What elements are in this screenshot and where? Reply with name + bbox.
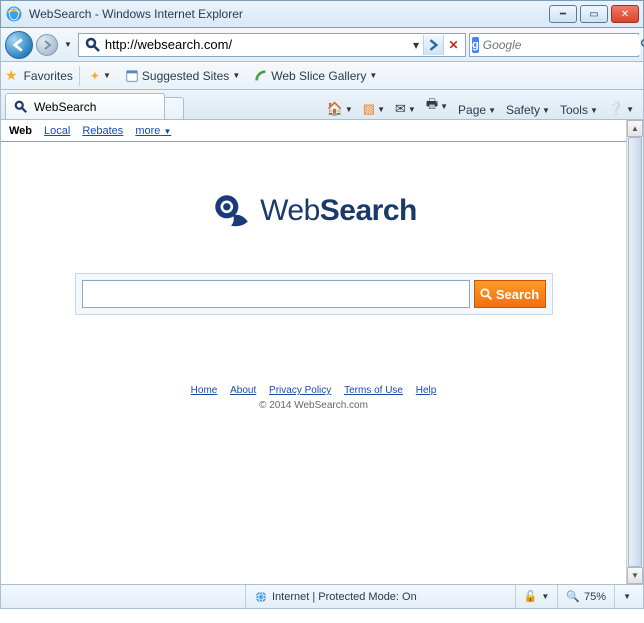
close-button[interactable]: ✕: [611, 5, 639, 23]
rss-icon: ▧: [363, 101, 375, 117]
maximize-button[interactable]: ▭: [580, 5, 608, 23]
mail-icon: ✉: [395, 101, 406, 117]
status-zoom-dropdown[interactable]: ▼: [614, 585, 639, 608]
hero: WebSearch Search Home About Privacy Poli…: [1, 142, 626, 411]
page-content: Web Local Rebates more ▼ WebSearch Searc…: [1, 120, 626, 584]
add-favorite-button[interactable]: ✦ ▼: [86, 67, 115, 85]
favorites-button[interactable]: Favorites: [24, 69, 73, 83]
status-security[interactable]: 🔓▼: [515, 585, 558, 608]
arrow-right-icon: [42, 40, 52, 50]
home-button[interactable]: 🏠▼: [322, 99, 358, 119]
footer-about[interactable]: About: [230, 385, 256, 396]
site-nav: Web Local Rebates more ▼: [1, 120, 626, 142]
tab-favicon-icon: [14, 100, 28, 114]
tab-title: WebSearch: [34, 100, 96, 114]
web-slice-label: Web Slice Gallery: [271, 69, 366, 83]
page-label: Page: [458, 103, 486, 117]
content-viewport: Web Local Rebates more ▼ WebSearch Searc…: [0, 120, 644, 585]
arrow-left-icon: [12, 38, 26, 52]
favorites-bar: ★ Favorites ✦ ▼ Suggested Sites ▼ Web Sl…: [0, 62, 644, 90]
scroll-up-button[interactable]: ▲: [627, 120, 643, 137]
new-tab-button[interactable]: [164, 97, 184, 119]
scroll-down-button[interactable]: ▼: [627, 567, 643, 584]
ie-logo-icon: [5, 5, 23, 23]
zoom-value: 75%: [584, 591, 606, 603]
nav-history-dropdown[interactable]: ▼: [61, 40, 75, 49]
back-button[interactable]: [5, 31, 33, 59]
zoom-icon: 🔍: [566, 590, 580, 603]
tab-bar: WebSearch 🏠▼ ▧▼ ✉▼ 🖶▼ Page▼ Safety▼ Tool…: [0, 90, 644, 120]
help-icon: ❔: [608, 101, 624, 117]
web-slice-link[interactable]: Web Slice Gallery ▼: [250, 67, 381, 85]
nav-local[interactable]: Local: [44, 125, 70, 137]
page-icon: [125, 69, 139, 83]
main-search-input[interactable]: [82, 280, 470, 308]
print-icon: 🖶: [426, 95, 438, 117]
search-button-label: Search: [496, 287, 539, 302]
tab-websearch[interactable]: WebSearch: [5, 93, 165, 119]
nav-rebates[interactable]: Rebates: [82, 125, 123, 137]
site-favicon-icon: [85, 37, 101, 53]
status-empty: [5, 585, 245, 608]
browser-search-input[interactable]: [483, 35, 640, 55]
home-icon: 🏠: [327, 101, 343, 117]
logo-text-light: Web: [260, 194, 320, 227]
navigation-bar: ▼ ▾ ✕ g ▼: [0, 28, 644, 62]
copyright: © 2014 WebSearch.com: [1, 400, 626, 411]
readmail-button[interactable]: ✉▼: [390, 99, 421, 119]
url-input[interactable]: [105, 35, 409, 55]
footer-terms[interactable]: Terms of Use: [344, 385, 403, 396]
window-title: WebSearch - Windows Internet Explorer: [29, 7, 549, 21]
scroll-thumb[interactable]: [628, 137, 642, 567]
feeds-button[interactable]: ▧▼: [358, 99, 390, 119]
nav-web[interactable]: Web: [9, 125, 32, 137]
safety-menu[interactable]: Safety▼: [501, 101, 555, 119]
lock-icon: 🔓: [524, 590, 538, 603]
favorites-star-icon: ★: [5, 67, 18, 84]
browser-search-box: g ▼: [469, 33, 639, 57]
status-zone[interactable]: Internet | Protected Mode: On: [245, 585, 425, 608]
tools-label: Tools: [560, 103, 588, 117]
footer-home[interactable]: Home: [191, 385, 218, 396]
window-titlebar: WebSearch - Windows Internet Explorer ━ …: [0, 0, 644, 28]
separator: [79, 66, 80, 86]
stop-button[interactable]: ✕: [443, 35, 463, 55]
logo-text: WebSearch: [260, 194, 417, 228]
globe-icon: [254, 590, 268, 604]
safety-label: Safety: [506, 103, 540, 117]
arrow-right-icon: [428, 39, 440, 51]
print-button[interactable]: 🖶▼: [421, 93, 453, 119]
browser-search-button[interactable]: [640, 38, 644, 51]
main-search-button[interactable]: Search: [474, 280, 546, 308]
webslice-icon: [254, 69, 268, 83]
logo-text-bold: Search: [320, 194, 417, 227]
forward-button[interactable]: [36, 34, 58, 56]
star-add-icon: ✦: [90, 69, 100, 83]
logo-mark-icon: [210, 190, 252, 232]
page-menu[interactable]: Page▼: [453, 101, 501, 119]
url-dropdown[interactable]: ▾: [409, 38, 423, 52]
search-panel: Search: [75, 273, 553, 315]
search-icon: [640, 38, 644, 51]
google-icon: g: [472, 37, 479, 53]
suggested-sites-label: Suggested Sites: [142, 69, 229, 83]
address-bar: ▾ ✕: [78, 33, 466, 57]
tools-menu[interactable]: Tools▼: [555, 101, 603, 119]
nav-more-label: more: [135, 125, 160, 137]
minimize-button[interactable]: ━: [549, 5, 577, 23]
vertical-scrollbar[interactable]: ▲ ▼: [626, 120, 643, 584]
site-logo: WebSearch: [210, 190, 417, 232]
footer-help[interactable]: Help: [416, 385, 437, 396]
go-button[interactable]: [423, 35, 443, 55]
suggested-sites-link[interactable]: Suggested Sites ▼: [121, 67, 244, 85]
status-bar: Internet | Protected Mode: On 🔓▼ 🔍 75% ▼: [0, 585, 644, 609]
help-button[interactable]: ❔▼: [603, 99, 639, 119]
status-zoom[interactable]: 🔍 75%: [557, 585, 614, 608]
nav-more[interactable]: more ▼: [135, 125, 171, 137]
status-zone-text: Internet | Protected Mode: On: [272, 591, 417, 603]
search-icon: [480, 288, 493, 301]
site-footer: Home About Privacy Policy Terms of Use H…: [1, 385, 626, 411]
footer-privacy[interactable]: Privacy Policy: [269, 385, 331, 396]
